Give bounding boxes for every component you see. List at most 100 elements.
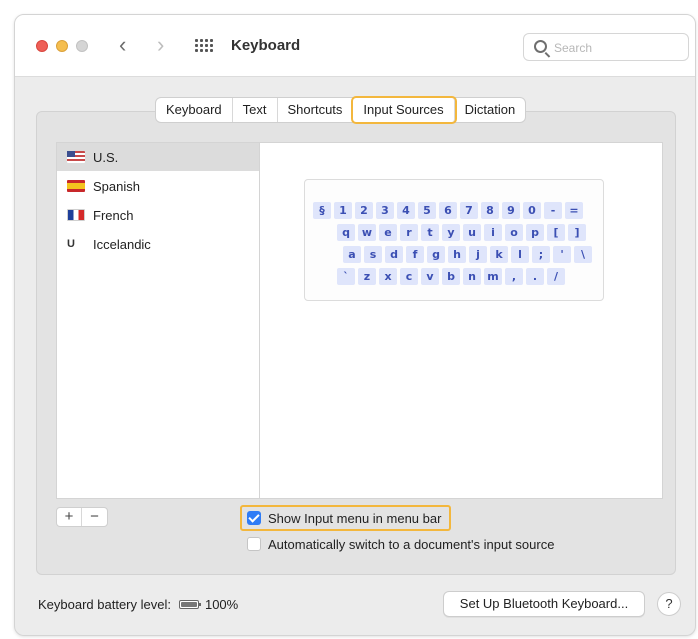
- keyboard-key: 8: [481, 202, 499, 219]
- keyboard-key: 2: [355, 202, 373, 219]
- tab-dictation[interactable]: Dictation: [455, 98, 526, 122]
- keyboard-row: a s d f g h j k l; ' \: [343, 246, 592, 263]
- search-field[interactable]: [523, 33, 689, 61]
- u-glyph-icon: U: [67, 238, 75, 250]
- keyboard-key: ;: [532, 246, 550, 263]
- list-item-label: French: [93, 207, 134, 223]
- keyboard-row: ` z x c v b n m,. /: [337, 268, 565, 285]
- tab-text[interactable]: Text: [233, 98, 278, 122]
- keyboard-key: .: [526, 268, 544, 285]
- keyboard-layout-preview: § 1 2 3 4 5 6 7 8 9 0- = q w e r t y u i o p[] a s d f g h j k l; ' \ ` z x…: [304, 179, 604, 301]
- battery-icon: [178, 600, 201, 609]
- keyboard-key: g: [427, 246, 445, 263]
- auto-switch-option[interactable]: Automatically switch to a document's inp…: [247, 534, 554, 554]
- title-bar: ‹ › Keyboard: [15, 15, 695, 77]
- keyboard-key: b: [442, 268, 460, 285]
- keyboard-key: n: [463, 268, 481, 285]
- keyboard-key: x: [379, 268, 397, 285]
- keyboard-key: 9: [502, 202, 520, 219]
- battery-label: Keyboard battery level:: [38, 597, 171, 612]
- remove-source-button[interactable]: −: [82, 508, 107, 526]
- keyboard-key: 1: [334, 202, 352, 219]
- list-item[interactable]: Spanish: [57, 172, 259, 200]
- keyboard-key: c: [400, 268, 418, 285]
- keyboard-key: k: [490, 246, 508, 263]
- keyboard-key: v: [421, 268, 439, 285]
- keyboard-key: 7: [460, 202, 478, 219]
- keyboard-key: -: [544, 202, 562, 219]
- us-flag-icon: [67, 151, 85, 163]
- keyboard-key: y: [442, 224, 460, 241]
- auto-switch-checkbox[interactable]: [247, 537, 261, 551]
- keyboard-key: p: [526, 224, 544, 241]
- battery-value: 100%: [204, 597, 239, 612]
- keyboard-key: 3: [376, 202, 394, 219]
- keyboard-key: j: [469, 246, 487, 263]
- keyboard-row: q w e r t y u i o p[]: [337, 224, 586, 241]
- tab-input-sources[interactable]: Input Sources: [351, 96, 457, 124]
- show-input-menu-checkbox[interactable]: [247, 511, 261, 525]
- keyboard-key: ': [553, 246, 571, 263]
- keyboard-key: h: [448, 246, 466, 263]
- keyboard-key: ,: [505, 268, 523, 285]
- france-flag-icon: [67, 209, 85, 221]
- keyboard-key: z: [358, 268, 376, 285]
- input-sources-panel: U.S. Spanish French U Iccelandic § 1 2 3 4 5 6…: [36, 111, 676, 575]
- window-title: Keyboard: [231, 37, 301, 54]
- setup-bluetooth-keyboard-button[interactable]: Set Up Bluetooth Keyboard...: [443, 591, 645, 617]
- keyboard-key: a: [343, 246, 361, 263]
- keyboard-key: ]: [568, 224, 586, 241]
- keyboard-key: /: [547, 268, 565, 285]
- close-button[interactable]: [36, 40, 48, 52]
- search-input[interactable]: [554, 38, 682, 58]
- tab-shortcuts[interactable]: Shortcuts: [278, 98, 354, 122]
- zoom-button[interactable]: [76, 40, 88, 52]
- show-input-menu-option[interactable]: Show Input menu in menu bar: [240, 505, 452, 531]
- keyboard-key: r: [400, 224, 418, 241]
- list-item-label: Spanish: [93, 178, 140, 194]
- tab-keyboard[interactable]: Keyboard: [156, 98, 233, 122]
- keyboard-key: [: [547, 224, 565, 241]
- keyboard-key: d: [385, 246, 403, 263]
- keyboard-key: w: [358, 224, 376, 241]
- keyboard-key: \: [574, 246, 592, 263]
- keyboard-key: u: [463, 224, 481, 241]
- keyboard-key: 6: [439, 202, 457, 219]
- keyboard-key: 5: [418, 202, 436, 219]
- list-item[interactable]: U.S.: [57, 143, 259, 171]
- keyboard-key: e: [379, 224, 397, 241]
- forward-chevron-icon[interactable]: ›: [157, 34, 164, 56]
- auto-switch-label: Automatically switch to a document's inp…: [268, 536, 555, 552]
- keyboard-key: 4: [397, 202, 415, 219]
- keyboard-key: l: [511, 246, 529, 263]
- keyboard-key: q: [337, 224, 355, 241]
- minimize-button[interactable]: [56, 40, 68, 52]
- keyboard-key: t: [421, 224, 439, 241]
- keyboard-preferences-window: ‹ › Keyboard Keyboard Text Shortcuts Inp…: [14, 14, 696, 636]
- keyboard-key: §: [313, 202, 331, 219]
- help-button[interactable]: ?: [657, 592, 681, 616]
- keyboard-key: s: [364, 246, 382, 263]
- add-remove-control: + −: [56, 507, 108, 527]
- list-item-label: U.S.: [93, 149, 119, 165]
- keyboard-key: o: [505, 224, 523, 241]
- add-source-button[interactable]: +: [57, 508, 82, 526]
- list-item[interactable]: French: [57, 201, 259, 229]
- keyboard-key: m: [484, 268, 502, 285]
- search-icon: [534, 40, 547, 53]
- keyboard-key: 0: [523, 202, 541, 219]
- input-source-list[interactable]: U.S. Spanish French U Iccelandic: [56, 142, 259, 499]
- list-item[interactable]: U Iccelandic: [57, 230, 259, 258]
- keyboard-key: `: [337, 268, 355, 285]
- spain-flag-icon: [67, 180, 85, 192]
- keyboard-key: =: [565, 202, 583, 219]
- back-chevron-icon[interactable]: ‹: [119, 34, 126, 56]
- tab-bar: Keyboard Text Shortcuts Input Sources Di…: [155, 96, 527, 124]
- keyboard-key: f: [406, 246, 424, 263]
- show-input-menu-label: Show Input menu in menu bar: [268, 510, 442, 526]
- battery-status: Keyboard battery level: 100%: [38, 597, 238, 612]
- keyboard-key: i: [484, 224, 502, 241]
- keyboard-row: § 1 2 3 4 5 6 7 8 9 0- =: [313, 202, 583, 219]
- list-item-label: Iccelandic: [93, 236, 151, 252]
- show-all-grid-icon[interactable]: [195, 39, 213, 53]
